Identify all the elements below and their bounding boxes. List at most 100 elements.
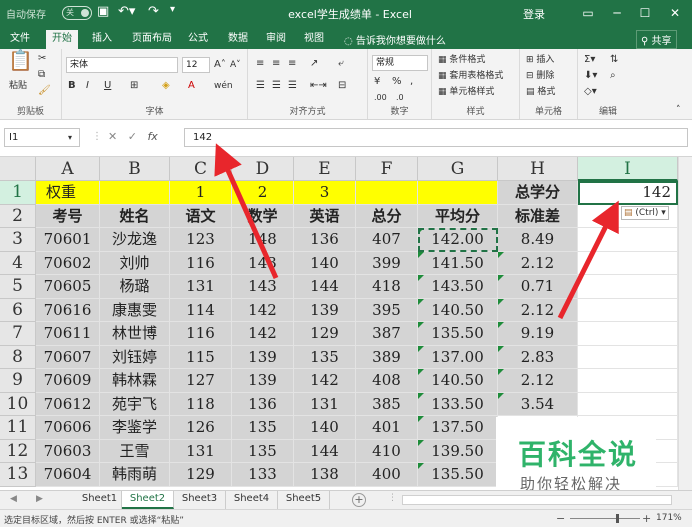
cell-b10[interactable]: 苑宇飞 [100,392,170,416]
paste-icon[interactable]: 📋 [8,50,33,70]
cell-g9[interactable]: 140.50 [418,369,498,393]
cell-e10[interactable]: 131 [294,392,356,416]
font-size-select[interactable]: 12 [182,57,210,73]
cell-b5[interactable]: 杨璐 [100,275,170,299]
select-all-corner[interactable] [0,157,36,181]
confirm-entry-icon[interactable]: ✓ [128,130,137,143]
formula-input[interactable]: 142 [184,128,688,147]
cell-c11[interactable]: 126 [170,416,232,440]
italic-icon[interactable]: I [86,79,89,93]
add-sheet-button[interactable]: + [352,493,366,507]
cell-i4[interactable] [578,251,678,275]
paste-options-button[interactable]: ▤ (Ctrl) ▾ [621,206,669,220]
cell-g7[interactable]: 135.50 [418,322,498,346]
cell-g4[interactable]: 141.50 [418,251,498,275]
align-left-icon[interactable]: ☰ [256,79,265,93]
cancel-entry-icon[interactable]: ✕ [108,130,117,143]
cell-b9[interactable]: 韩林霖 [100,369,170,393]
cell-g6[interactable]: 140.50 [418,298,498,322]
cell-d9[interactable]: 139 [232,369,294,393]
cell-b4[interactable]: 刘帅 [100,251,170,275]
cell-d10[interactable]: 136 [232,392,294,416]
collapse-ribbon-icon[interactable]: ˄ [676,103,681,117]
cell-b7[interactable]: 林世博 [100,322,170,346]
cell-a11[interactable]: 70606 [36,416,100,440]
row-header-6[interactable]: 6 [0,298,36,322]
cell-e12[interactable]: 144 [294,439,356,463]
insert-cells-button[interactable]: ⊞ 插入 [526,53,554,67]
cell-h3[interactable]: 8.49 [498,228,578,252]
row-header-2[interactable]: 2 [0,204,36,228]
column-header-c[interactable]: C [170,157,232,181]
merge-center-icon[interactable]: ⊟ [338,79,346,93]
cell-g5[interactable]: 143.50 [418,275,498,299]
row-header-8[interactable]: 8 [0,345,36,369]
horizontal-scrollbar[interactable] [402,495,672,505]
grow-font-icon[interactable]: A˄ [214,58,226,72]
login-button[interactable]: 登录 [523,6,545,22]
cell-f2[interactable]: 总分 [356,204,418,228]
tab-splitter-icon[interactable]: ⋮ [388,493,397,503]
sort-filter-icon[interactable]: ⇅ [610,53,618,67]
cell-b11[interactable]: 李鉴学 [100,416,170,440]
cell-b1[interactable] [100,181,170,205]
sheet-tab-5[interactable]: Sheet5 [278,491,330,509]
cell-c2[interactable]: 语文 [170,204,232,228]
align-center-icon[interactable]: ☰ [272,79,281,93]
number-format-select[interactable]: 常规 [372,55,428,71]
cell-i9[interactable] [578,369,678,393]
zoom-level[interactable]: 171% [656,513,682,523]
align-bottom-icon[interactable]: ≡ [288,57,296,71]
cell-b13[interactable]: 韩雨萌 [100,463,170,487]
cell-i6[interactable] [578,298,678,322]
cell-b3[interactable]: 沙龙逸 [100,228,170,252]
cell-h5[interactable]: 0.71 [498,275,578,299]
column-header-b[interactable]: B [100,157,170,181]
cell-e2[interactable]: 英语 [294,204,356,228]
orientation-icon[interactable]: ↗ [310,57,318,71]
cell-c12[interactable]: 131 [170,439,232,463]
cell-e13[interactable]: 138 [294,463,356,487]
copy-icon[interactable]: ⧉ [38,68,45,82]
tab-formulas[interactable]: 公式 [182,30,214,49]
cell-h6[interactable]: 2.12 [498,298,578,322]
tab-view[interactable]: 视图 [298,30,330,49]
sheet-tab-2[interactable]: Sheet2 [122,491,174,509]
row-header-4[interactable]: 4 [0,251,36,275]
cell-c5[interactable]: 131 [170,275,232,299]
cell-g12[interactable]: 139.50 [418,439,498,463]
sheet-tab-1[interactable]: Sheet1 [78,491,122,509]
find-select-icon[interactable]: ⌕ [610,69,616,83]
fill-color-icon[interactable]: ◈ [162,79,170,93]
font-color-icon[interactable]: A [188,79,195,93]
cell-c1[interactable]: 1 [170,181,232,205]
cell-f5[interactable]: 418 [356,275,418,299]
maximize-icon[interactable]: ☐ [632,3,658,23]
clear-icon[interactable]: ◇▾ [584,85,597,99]
cell-e7[interactable]: 129 [294,322,356,346]
save-icon[interactable]: ▣ [97,4,109,19]
tab-home[interactable]: 开始 [46,30,78,49]
font-name-select[interactable]: 宋体 [66,57,178,73]
zoom-slider-thumb[interactable] [616,514,619,523]
cell-b8[interactable]: 刘钰婷 [100,345,170,369]
row-header-10[interactable]: 10 [0,392,36,416]
cell-d12[interactable]: 135 [232,439,294,463]
cell-d8[interactable]: 139 [232,345,294,369]
zoom-slider[interactable] [570,518,640,519]
ribbon-display-icon[interactable]: ▭ [575,3,601,23]
row-header-5[interactable]: 5 [0,275,36,299]
cell-h10[interactable]: 3.54 [498,392,578,416]
align-right-icon[interactable]: ☰ [288,79,297,93]
format-as-table-button[interactable]: ▦ 套用表格格式 [438,69,503,83]
format-cells-button[interactable]: ▤ 格式 [526,85,555,99]
cell-c3[interactable]: 123 [170,228,232,252]
cell-e5[interactable]: 144 [294,275,356,299]
cell-g13[interactable]: 135.50 [418,463,498,487]
align-middle-icon[interactable]: ≡ [272,57,280,71]
format-painter-icon[interactable]: 🖌 [38,84,51,98]
cell-e11[interactable]: 140 [294,416,356,440]
cell-f10[interactable]: 385 [356,392,418,416]
cell-e1[interactable]: 3 [294,181,356,205]
cell-f3[interactable]: 407 [356,228,418,252]
